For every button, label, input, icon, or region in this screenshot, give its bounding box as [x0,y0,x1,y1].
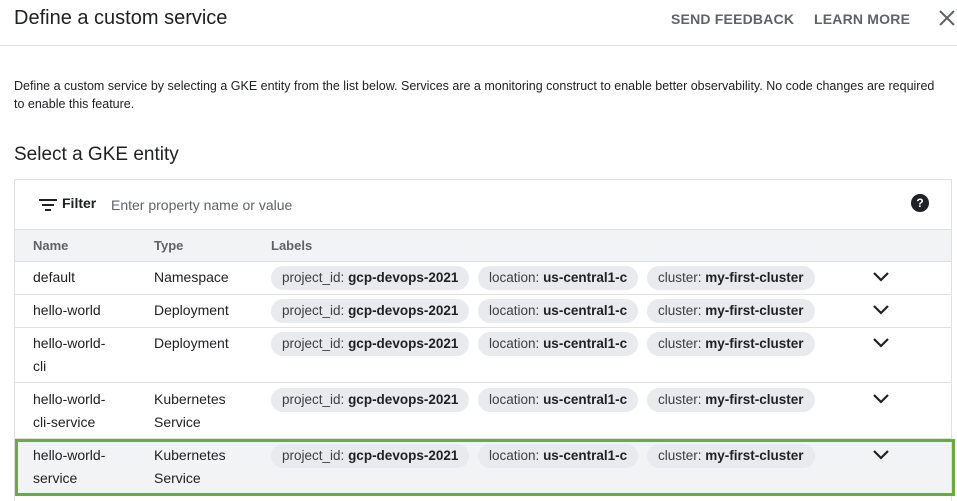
label-value: us-central1-c [543,336,628,351]
label-key: cluster: [658,392,702,407]
chevron-down-icon[interactable] [872,449,890,461]
label-value: gcp-devops-2021 [348,336,459,351]
entity-name: hello-world-cli [33,335,106,374]
entity-type: Kubernetes Service [154,391,226,430]
label-key: project_id: [282,392,345,407]
label-value: us-central1-c [543,392,628,407]
label-value: gcp-devops-2021 [348,392,459,407]
label-chip-project-id: project_id: gcp-devops-2021 [271,444,470,468]
dialog-header: Define a custom service SEND FEEDBACK LE… [0,0,957,46]
entity-type: Kubernetes Service [154,447,226,486]
label-key: project_id: [282,336,345,351]
chevron-down-icon[interactable] [872,337,890,349]
entity-name: hello-world [33,302,101,318]
label-value: my-first-cluster [705,336,804,351]
label-key: location: [489,270,540,285]
label-key: project_id: [282,448,345,463]
section-title: Select a GKE entity [14,144,179,165]
label-chip-cluster: cluster: my-first-cluster [647,388,815,412]
label-key: cluster: [658,270,702,285]
label-chip-cluster: cluster: my-first-cluster [647,332,815,356]
label-chip-project-id: project_id: gcp-devops-2021 [271,332,470,356]
label-chip-location: location: us-central1-c [478,299,639,323]
label-value: us-central1-c [543,448,628,463]
label-key: location: [489,336,540,351]
table-row[interactable]: default Namespace project_id: gcp-devops-2… [15,262,951,295]
entity-type: Deployment [154,302,229,318]
learn-more-button[interactable]: LEARN MORE [814,11,910,27]
label-chip-cluster: cluster: my-first-cluster [647,444,815,468]
dialog-description: Define a custom service by selecting a G… [14,79,935,111]
chevron-down-icon[interactable] [872,304,890,316]
entity-name: hello-world-cli-service [33,391,106,430]
label-value: gcp-devops-2021 [348,270,459,285]
label-chip-project-id: project_id: gcp-devops-2021 [271,299,470,323]
label-value: my-first-cluster [705,392,804,407]
label-key: project_id: [282,303,345,318]
label-chip-location: location: us-central1-c [478,332,639,356]
label-value: my-first-cluster [705,303,804,318]
filter-label: Filter [62,195,97,211]
label-key: cluster: [658,336,702,351]
column-header-type[interactable]: Type [154,238,183,253]
filter-icon [39,199,57,211]
entity-name: hello-world-service [33,447,106,486]
label-value: us-central1-c [543,303,628,318]
column-header-labels: Labels [271,238,313,253]
label-chip-project-id: project_id: gcp-devops-2021 [271,388,470,412]
table-row[interactable]: hello-world-cli Deployment project_id: gcp… [15,328,951,383]
table-row[interactable]: hello-world-service Kubernetes Service proj… [15,439,951,496]
label-value: gcp-devops-2021 [348,303,459,318]
label-value: my-first-cluster [705,270,804,285]
entity-name: default [33,269,76,285]
label-key: cluster: [658,303,702,318]
label-chip-cluster: cluster: my-first-cluster [647,299,815,323]
chevron-down-icon[interactable] [872,271,890,283]
send-feedback-button[interactable]: SEND FEEDBACK [671,11,794,27]
label-key: location: [489,303,540,318]
label-value: gcp-devops-2021 [348,448,459,463]
dialog-title: Define a custom service [14,7,228,29]
filter-input[interactable] [111,193,871,217]
label-key: cluster: [658,448,702,463]
help-icon[interactable]: ? [911,194,929,212]
table-row[interactable]: hello-world-cli-service Kubernetes Service… [15,383,951,439]
label-chip-location: location: us-central1-c [478,388,639,412]
label-chip-location: location: us-central1-c [478,444,639,468]
table-header: Name Type Labels [15,230,951,262]
label-key: project_id: [282,270,345,285]
label-chip-location: location: us-central1-c [478,266,639,290]
entity-type: Namespace [154,269,229,285]
label-value: my-first-cluster [705,448,804,463]
label-value: us-central1-c [543,270,628,285]
label-key: location: [489,392,540,407]
label-chip-cluster: cluster: my-first-cluster [647,266,815,290]
table-row[interactable]: hello-world Deployment project_id: gcp-dev… [15,295,951,328]
label-key: location: [489,448,540,463]
entity-table: Filter ? Name Type Labels default Namespa… [14,179,952,501]
chevron-down-icon[interactable] [872,393,890,405]
filter-bar: Filter ? [15,180,951,230]
label-chip-project-id: project_id: gcp-devops-2021 [271,266,470,290]
column-header-name[interactable]: Name [33,238,68,253]
close-icon[interactable] [936,7,957,29]
entity-type: Deployment [154,335,229,351]
